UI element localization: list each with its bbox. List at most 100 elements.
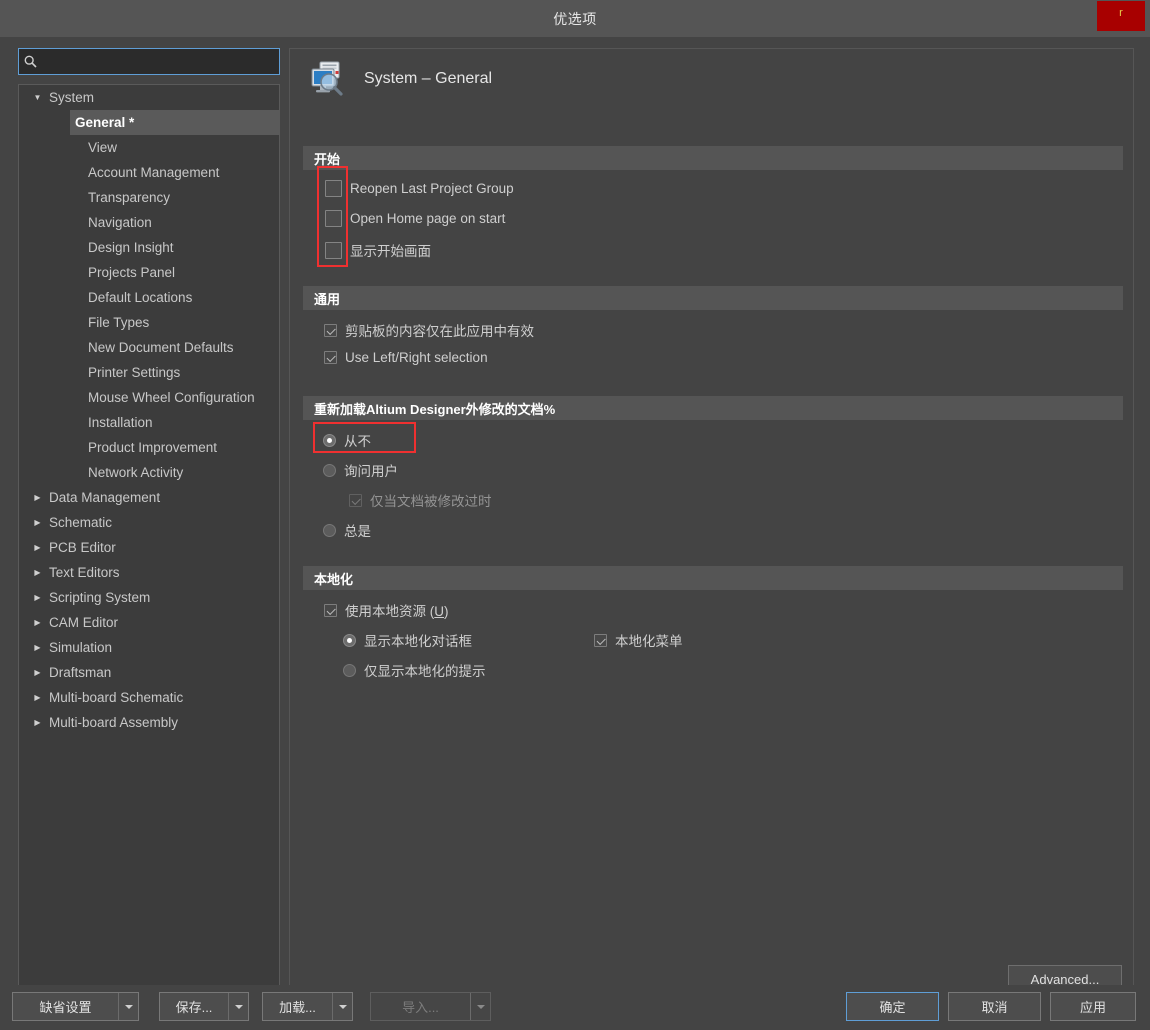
tree-item-cam-editor[interactable]: ▶ CAM Editor [19,610,279,635]
tree-item-pcb-editor[interactable]: ▶ PCB Editor [19,535,279,560]
tree-item-default-locations[interactable]: Default Locations [19,285,279,310]
chevron-right-icon[interactable]: ▶ [31,518,44,527]
checkbox-box[interactable] [325,210,342,227]
load-split-button[interactable]: 加载... [262,992,353,1021]
search-box[interactable] [18,48,280,75]
tree-item-label: Transparency [88,190,171,205]
radio-ask-user[interactable]: 询问用户 [323,460,398,480]
checkbox-box[interactable] [324,323,337,337]
section-header-startup: 开始 [303,146,1123,170]
tree-item-network-activity[interactable]: Network Activity [19,460,279,485]
radio-always[interactable]: 总是 [323,520,371,540]
tree-item-label: Printer Settings [88,365,181,380]
cancel-button[interactable]: 取消 [948,992,1041,1021]
search-input[interactable] [41,50,279,73]
save-button[interactable]: 保存... [160,993,228,1020]
radio-show-localized-hints-only[interactable]: 仅显示本地化的提示 [343,660,486,680]
load-button[interactable]: 加载... [263,993,332,1020]
defaults-button[interactable]: 缺省设置 [13,993,118,1020]
checkbox-open-home-page-on-start[interactable]: Open Home page on start [325,210,505,227]
tree-item-draftsman[interactable]: ▶ Draftsman [19,660,279,685]
tree-item-label: File Types [88,315,150,330]
checkbox-box[interactable] [325,241,342,259]
defaults-dropdown-arrow[interactable] [118,993,138,1020]
system-general-icon [307,58,349,100]
tree-item-multi-board-assembly[interactable]: ▶ Multi-board Assembly [19,710,279,735]
save-split-button[interactable]: 保存... [159,992,249,1021]
window-badge[interactable]: r [1097,1,1145,31]
checkbox-reopen-last-project-group[interactable]: Reopen Last Project Group [325,180,514,197]
chevron-right-icon[interactable]: ▶ [31,643,44,652]
tree-item-projects-panel[interactable]: Projects Panel [19,260,279,285]
checkbox-label: 显示开始画面 [350,244,431,259]
radio-button[interactable] [343,633,356,647]
title-bar: 优选项 r [0,0,1150,37]
tree-item-data-management[interactable]: ▶ Data Management [19,485,279,510]
tree-item-printer-settings[interactable]: Printer Settings [19,360,279,385]
chevron-down-icon[interactable]: ▼ [31,93,44,102]
tree-item-label: Schematic [49,515,113,530]
save-dropdown-arrow[interactable] [228,993,248,1020]
tree-item-label: Draftsman [49,665,112,680]
radio-button[interactable] [323,523,336,537]
radio-button[interactable] [343,663,356,677]
checkbox-label: 仅当文档被修改过时 [370,494,492,509]
tree-item-general[interactable]: General * [70,110,279,135]
chevron-right-icon[interactable]: ▶ [31,493,44,502]
ok-button[interactable]: 确定 [846,992,939,1021]
tree-item-product-improvement[interactable]: Product Improvement [19,435,279,460]
tree-item-navigation[interactable]: Navigation [19,210,279,235]
radio-never[interactable]: 从不 [323,430,371,450]
tree-item-simulation[interactable]: ▶ Simulation [19,635,279,660]
checkbox-box[interactable] [324,603,337,617]
import-split-button: 导入... [370,992,491,1021]
tree-item-design-insight[interactable]: Design Insight [19,235,279,260]
tree-item-text-editors[interactable]: ▶ Text Editors [19,560,279,585]
chevron-right-icon[interactable]: ▶ [31,693,44,702]
checkbox-clipboard-app-only[interactable]: 剪贴板的内容仅在此应用中有效 [324,320,534,340]
tree-item-label: Installation [88,415,153,430]
chevron-right-icon[interactable]: ▶ [31,718,44,727]
tree-item-transparency[interactable]: Transparency [19,185,279,210]
tree-item-multi-board-schematic[interactable]: ▶ Multi-board Schematic [19,685,279,710]
chevron-right-icon[interactable]: ▶ [31,593,44,602]
radio-button[interactable] [323,433,336,447]
tree-item-system[interactable]: ▼ System [19,85,279,110]
preferences-tree[interactable]: ▼ System General * View Account Management Tr… [18,84,280,992]
checkbox-use-left-right-selection[interactable]: Use Left/Right selection [324,350,488,365]
load-dropdown-arrow[interactable] [332,993,352,1020]
tree-item-label: Mouse Wheel Configuration [88,390,255,405]
radio-show-localized-dialogs[interactable]: 显示本地化对话框 [343,630,472,650]
checkbox-box[interactable] [325,180,342,197]
chevron-right-icon[interactable]: ▶ [31,543,44,552]
tree-item-scripting-system[interactable]: ▶ Scripting System [19,585,279,610]
checkbox-use-local-resources[interactable]: 使用本地资源 (U) [324,600,449,620]
tree-item-label: CAM Editor [49,615,119,630]
chevron-right-icon[interactable]: ▶ [31,668,44,677]
tree-item-label: View [88,140,118,155]
tree-item-mouse-wheel-configuration[interactable]: Mouse Wheel Configuration [19,385,279,410]
tree-item-file-types[interactable]: File Types [19,310,279,335]
checkbox-label: Reopen Last Project Group [350,181,514,196]
dialog-footer: 缺省设置 保存... 加载... 导入... 确定 取消 应用 [0,985,1150,1030]
radio-button[interactable] [323,463,336,477]
chevron-right-icon[interactable]: ▶ [31,618,44,627]
tree-item-installation[interactable]: Installation [19,410,279,435]
checkbox-box[interactable] [594,633,607,647]
apply-button[interactable]: 应用 [1050,992,1136,1021]
checkbox-only-when-document-modified: 仅当文档被修改过时 [349,490,492,510]
tree-item-view[interactable]: View [19,135,279,160]
tree-item-label: Product Improvement [88,440,218,455]
checkbox-localized-menus[interactable]: 本地化菜单 [594,630,683,650]
radio-label: 显示本地化对话框 [364,634,472,649]
tree-item-label: Simulation [49,640,113,655]
chevron-right-icon[interactable]: ▶ [31,568,44,577]
tree-item-label: Projects Panel [88,265,176,280]
tree-item-account-management[interactable]: Account Management [19,160,279,185]
defaults-split-button[interactable]: 缺省设置 [12,992,139,1021]
checkbox-box[interactable] [324,351,337,364]
tree-item-new-document-defaults[interactable]: New Document Defaults [19,335,279,360]
checkbox-label: Open Home page on start [350,211,506,226]
tree-item-schematic[interactable]: ▶ Schematic [19,510,279,535]
checkbox-show-startup-screen[interactable]: 显示开始画面 [325,240,431,260]
